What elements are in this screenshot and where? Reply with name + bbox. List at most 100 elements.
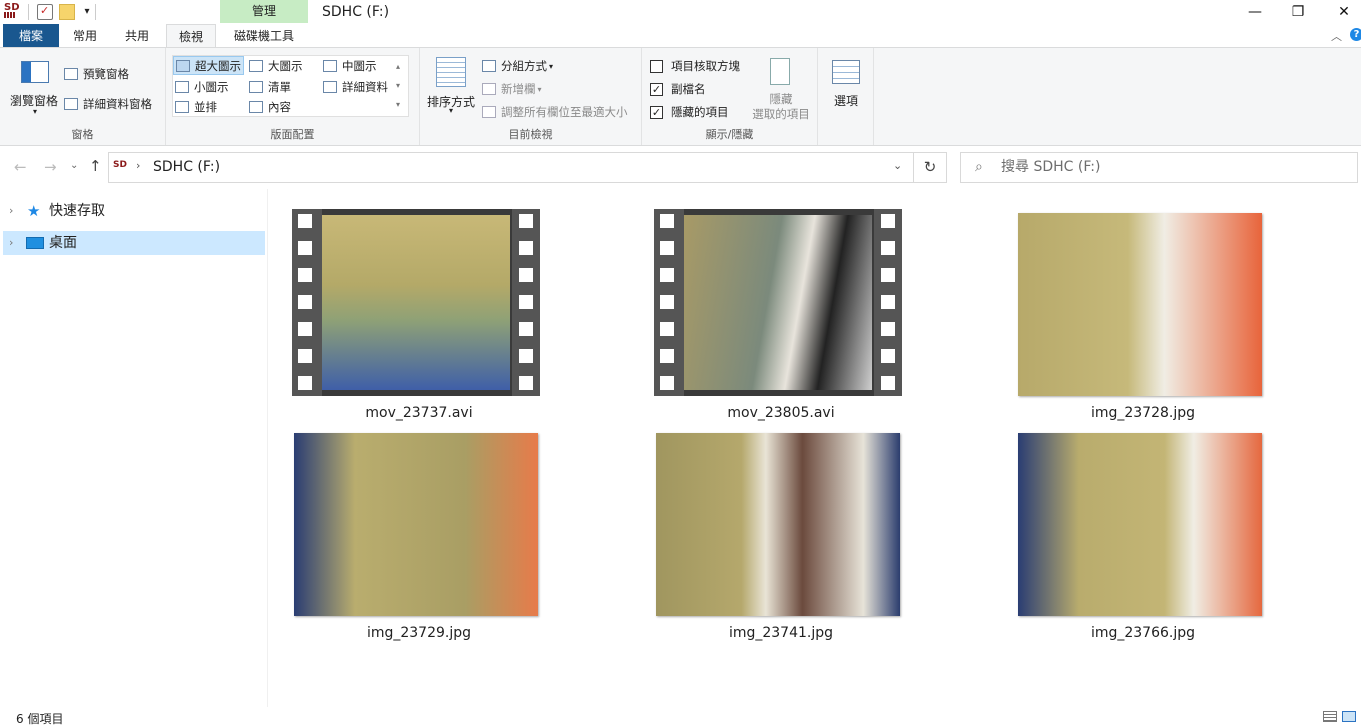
hide-selected-button[interactable]: 隱藏 選取的項目 xyxy=(746,92,816,122)
small-icons-label: 小圖示 xyxy=(194,80,229,94)
tab-drive-tools[interactable]: 磁碟機工具 xyxy=(222,24,306,48)
sprocket-hole xyxy=(298,295,312,309)
layout-large-icons[interactable]: 大圖示 xyxy=(249,58,303,74)
group-by-button[interactable]: 分組方式 ▾ xyxy=(482,58,553,74)
search-input[interactable]: ⌕ 搜尋 SDHC (F:) xyxy=(960,152,1358,183)
forward-button[interactable]: → xyxy=(44,158,57,176)
hidden-items-toggle[interactable]: ✓ 隱藏的項目 xyxy=(650,104,729,120)
file-item[interactable]: mov_23805.avi xyxy=(651,209,911,429)
options-group: 選項 xyxy=(818,48,874,145)
options-button[interactable]: 選項 xyxy=(818,92,874,109)
medium-icons-icon xyxy=(323,60,337,72)
expand-chevron-icon[interactable]: › xyxy=(9,199,13,223)
close-button[interactable]: ✕ xyxy=(1321,0,1361,24)
hide-selected-label-2: 選取的項目 xyxy=(752,107,810,121)
details-icon xyxy=(323,81,337,93)
tab-view[interactable]: 檢視 xyxy=(166,24,216,49)
recent-locations-button[interactable]: ⌄ xyxy=(70,160,78,171)
file-name[interactable]: img_23766.jpg xyxy=(1013,625,1273,641)
hidden-items-checkbox[interactable]: ✓ xyxy=(650,105,663,119)
drive-icon[interactable]: SD xyxy=(4,3,20,19)
sprocket-hole xyxy=(881,214,895,228)
file-item[interactable]: img_23729.jpg xyxy=(289,429,549,649)
up-button[interactable]: ↑ xyxy=(89,157,102,175)
layout-list[interactable]: 清單 xyxy=(249,79,291,95)
sprocket-hole xyxy=(660,268,674,282)
panes-group-label: 窗格 xyxy=(71,128,94,141)
file-name[interactable]: mov_23805.avi xyxy=(651,405,911,421)
nav-label-quick-access: 快速存取 xyxy=(49,203,105,219)
file-item[interactable]: img_23728.jpg xyxy=(1010,209,1270,429)
nav-item-quick-access[interactable]: › ★ 快速存取 xyxy=(3,199,265,223)
properties-icon[interactable]: ✓ xyxy=(37,4,53,20)
preview-pane-button[interactable]: 預覽窗格 xyxy=(64,66,129,82)
address-dropdown-icon[interactable]: ⌄ xyxy=(893,159,902,172)
sprocket-hole xyxy=(881,295,895,309)
sprocket-hole xyxy=(881,349,895,363)
refresh-button[interactable]: ↻ xyxy=(914,152,947,183)
hide-selected-icon[interactable] xyxy=(770,58,790,85)
sprocket-hole xyxy=(881,376,895,390)
layout-extra-large-icons[interactable]: 超大圖示 xyxy=(173,56,244,75)
nav-item-desktop[interactable]: › 桌面 xyxy=(3,231,265,255)
sprocket-hole xyxy=(519,241,533,255)
expand-chevron-icon[interactable]: › xyxy=(9,231,13,255)
extra-large-icons-label: 超大圖示 xyxy=(195,58,241,73)
group-by-label: 分組方式 xyxy=(501,59,547,73)
breadcrumb-separator-icon[interactable]: › xyxy=(136,159,140,172)
file-extensions-toggle[interactable]: ✓ 副檔名 xyxy=(650,81,706,97)
manage-contextual-tab-header[interactable]: 管理 xyxy=(220,0,308,23)
address-bar[interactable]: SD › SDHC (F:) ⌄ xyxy=(108,152,914,183)
customize-quick-access-icon[interactable]: ▾ xyxy=(79,4,95,20)
details-pane-button[interactable]: 詳細資料窗格 xyxy=(64,96,152,112)
layout-tiles[interactable]: 並排 xyxy=(175,99,217,115)
add-columns-button[interactable]: 新增欄 ▾ xyxy=(482,81,542,97)
file-extensions-checkbox[interactable]: ✓ xyxy=(650,82,663,96)
file-name[interactable]: mov_23737.avi xyxy=(289,405,549,421)
tiles-icon xyxy=(175,101,189,113)
list-icon xyxy=(249,81,263,93)
file-item[interactable]: img_23766.jpg xyxy=(1010,429,1270,649)
panes-group: 瀏覽窗格 ▾ 預覽窗格 詳細資料窗格 窗格 xyxy=(0,48,166,145)
file-name[interactable]: img_23728.jpg xyxy=(1013,405,1273,421)
layout-small-icons[interactable]: 小圖示 xyxy=(175,79,229,95)
file-item[interactable]: mov_23737.avi xyxy=(289,209,549,429)
layout-details[interactable]: 詳細資料 xyxy=(323,79,388,95)
file-name[interactable]: img_23729.jpg xyxy=(289,625,549,641)
video-thumbnail xyxy=(292,209,540,396)
show-hide-group-label: 顯示/隱藏 xyxy=(705,128,754,141)
file-name[interactable]: img_23741.jpg xyxy=(651,625,911,641)
ribbon-tabs: 檔案 常用 共用 檢視 磁碟機工具 ︿ ? xyxy=(0,24,1361,49)
layout-medium-icons[interactable]: 中圖示 xyxy=(323,58,377,74)
maximize-button[interactable]: ❐ xyxy=(1275,0,1321,24)
tab-file[interactable]: 檔案 xyxy=(3,24,59,48)
details-view-icon[interactable] xyxy=(1323,711,1337,722)
navigation-pane-icon[interactable] xyxy=(21,61,49,83)
large-icons-view-icon[interactable] xyxy=(1342,711,1356,722)
navigation-pane: › ★ 快速存取 › 桌面 xyxy=(0,189,268,707)
help-icon[interactable]: ? xyxy=(1350,28,1361,41)
file-item[interactable]: img_23741.jpg xyxy=(651,429,911,649)
small-icons-icon xyxy=(175,81,189,93)
star-icon: ★ xyxy=(27,202,41,220)
add-columns-icon xyxy=(482,83,496,95)
back-button[interactable]: ← xyxy=(14,158,27,176)
item-checkboxes-checkbox[interactable] xyxy=(650,59,663,73)
layout-content[interactable]: 內容 xyxy=(249,99,291,115)
video-frame-image xyxy=(684,215,872,390)
sort-by-icon[interactable] xyxy=(436,57,466,87)
options-icon[interactable] xyxy=(832,60,860,84)
new-folder-icon[interactable] xyxy=(59,4,75,20)
collapse-ribbon-icon[interactable]: ︿ xyxy=(1331,28,1342,44)
list-label: 清單 xyxy=(268,80,291,94)
file-extensions-label: 副檔名 xyxy=(671,82,706,96)
video-thumbnail xyxy=(654,209,902,396)
gallery-scroll-icon[interactable]: ▴ ▾ ▾ xyxy=(396,57,400,114)
minimize-button[interactable]: — xyxy=(1232,0,1278,24)
breadcrumb-path[interactable]: SDHC (F:) xyxy=(153,159,220,175)
tab-home[interactable]: 常用 xyxy=(62,24,108,48)
tab-share[interactable]: 共用 xyxy=(114,24,160,48)
size-all-columns-button[interactable]: 調整所有欄位至最適大小 xyxy=(482,104,628,120)
item-checkboxes-toggle[interactable]: 項目核取方塊 xyxy=(650,58,740,74)
extra-large-icons-icon xyxy=(176,59,190,72)
